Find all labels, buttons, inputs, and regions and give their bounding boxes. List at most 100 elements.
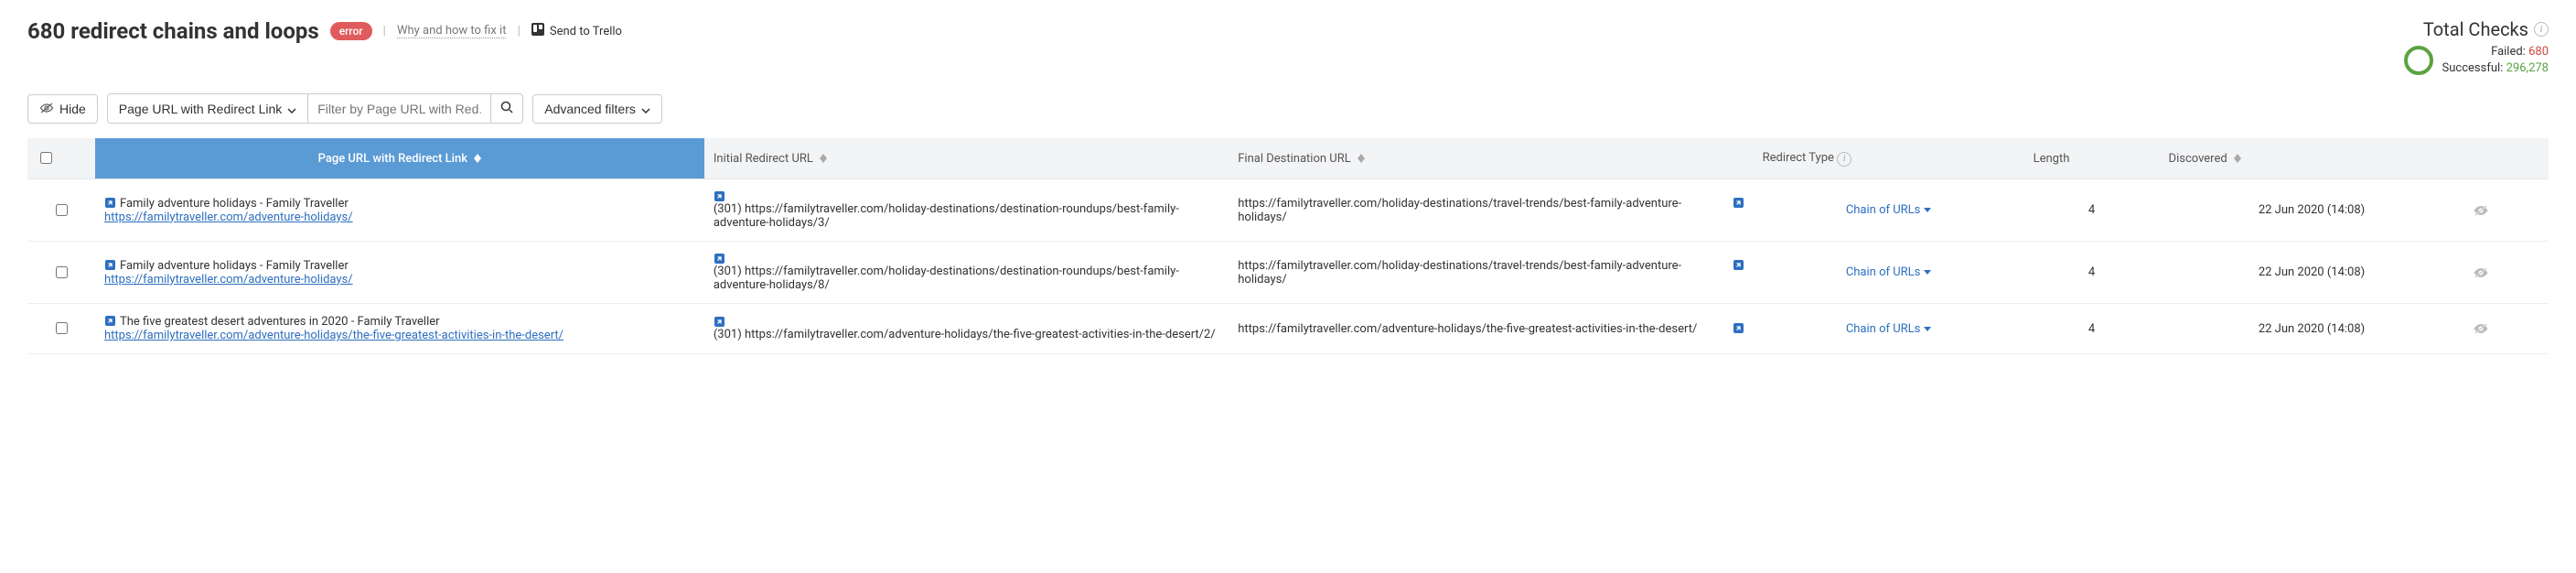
hide-button[interactable]: Hide [27,94,98,124]
separator: | [383,24,386,38]
advanced-filters-button[interactable]: Advanced filters [532,94,662,124]
toolbar: Hide Page URL with Redirect Link Advance… [27,93,2549,124]
total-checks-label: Total Checks i [2423,18,2549,40]
col-page-url[interactable]: Page URL with Redirect Link [95,138,704,179]
external-link-icon[interactable] [104,197,116,209]
col-actions [2463,138,2549,179]
cell-page: The five greatest desert adventures in 2… [95,304,704,354]
cell-initial: (301) https://familytraveller.com/advent… [704,304,1229,354]
filter-input[interactable] [308,93,491,124]
error-badge: error [330,22,372,40]
table-row: Family adventure holidays - Family Trave… [27,242,2549,304]
external-link-icon[interactable] [1733,197,1744,209]
cell-final: https://familytraveller.com/adventure-ho… [1229,304,1753,354]
donut-chart-icon [2404,46,2433,75]
redirect-type-dropdown[interactable]: Chain of URLs [1846,322,1932,336]
chevron-down-icon [287,102,296,116]
header-left: 680 redirect chains and loops error | Wh… [27,18,622,44]
chevron-down-icon [641,102,650,116]
filter-group: Page URL with Redirect Link [107,93,523,124]
col-length[interactable]: Length [2024,138,2160,179]
cell-initial: (301) https://familytraveller.com/holida… [704,242,1229,304]
final-url-text: https://familytraveller.com/adventure-ho… [1238,322,1728,336]
table-body: Family adventure holidays - Family Trave… [27,179,2549,354]
cell-initial: (301) https://familytraveller.com/holida… [704,179,1229,242]
page-header: 680 redirect chains and loops error | Wh… [27,18,2549,77]
select-all-checkbox[interactable] [40,152,52,164]
hide-row-button[interactable] [2473,322,2539,335]
col-final-url[interactable]: Final Destination URL [1229,138,1753,179]
stat-lines: Failed: 680 Successful: 296,278 [2442,44,2549,77]
col-discovered[interactable]: Discovered [2160,138,2464,179]
page-url-link[interactable]: https://familytraveller.com/adventure-ho… [104,273,695,286]
success-stat: Successful: 296,278 [2442,60,2549,77]
cell-final: https://familytraveller.com/holiday-dest… [1229,179,1753,242]
table-row: The five greatest desert adventures in 2… [27,304,2549,354]
page-title-text: Family adventure holidays - Family Trave… [120,259,349,273]
eye-slash-icon [39,102,54,116]
results-table: Page URL with Redirect Link Initial Redi… [27,138,2549,354]
external-link-icon[interactable] [714,316,1219,328]
search-icon [500,101,513,116]
external-link-icon[interactable] [714,253,1219,265]
page-title-text: The five greatest desert adventures in 2… [120,315,440,329]
row-checkbox[interactable] [56,204,68,216]
cell-page: Family adventure holidays - Family Trave… [95,179,704,242]
send-trello-label: Send to Trello [550,25,622,38]
stats-row: Failed: 680 Successful: 296,278 [2404,44,2549,77]
cell-actions [2463,179,2549,242]
cell-actions [2463,304,2549,354]
separator: | [517,24,520,38]
sort-icon [474,154,481,163]
redirect-type-dropdown[interactable]: Chain of URLs [1846,265,1932,279]
hide-row-button[interactable] [2473,204,2539,217]
cell-final: https://familytraveller.com/holiday-dest… [1229,242,1753,304]
cell-type: Chain of URLs [1754,242,2024,304]
header-right: Total Checks i Failed: 680 Successful: 2… [2404,18,2549,77]
row-checkbox[interactable] [56,322,68,334]
cell-length: 4 [2024,179,2160,242]
initial-url-text: (301) https://familytraveller.com/holida… [714,202,1179,230]
send-trello-button[interactable]: Send to Trello [531,23,622,39]
external-link-icon[interactable] [104,315,116,327]
page-url-link[interactable]: https://familytraveller.com/adventure-ho… [104,329,695,342]
row-checkbox[interactable] [56,266,68,278]
info-icon[interactable]: i [1837,152,1852,167]
cell-actions [2463,242,2549,304]
redirect-type-dropdown[interactable]: Chain of URLs [1846,203,1932,217]
external-link-icon[interactable] [1733,322,1744,334]
page-title: 680 redirect chains and loops [27,18,319,44]
col-initial-url[interactable]: Initial Redirect URL [704,138,1229,179]
sort-icon [2234,154,2241,163]
table-row: Family adventure holidays - Family Trave… [27,179,2549,242]
filter-mode-dropdown[interactable]: Page URL with Redirect Link [107,93,308,124]
sort-icon [820,154,827,163]
final-url-text: https://familytraveller.com/holiday-dest… [1238,259,1728,286]
page-title-text: Family adventure holidays - Family Trave… [120,197,349,211]
why-fix-link[interactable]: Why and how to fix it [397,24,507,38]
cell-discovered: 22 Jun 2020 (14:08) [2160,179,2464,242]
initial-url-text: (301) https://familytraveller.com/holida… [714,265,1179,292]
hide-row-button[interactable] [2473,266,2539,279]
cell-page: Family adventure holidays - Family Trave… [95,242,704,304]
external-link-icon[interactable] [104,259,116,271]
search-button[interactable] [491,93,523,124]
trello-icon [531,23,544,39]
failed-stat: Failed: 680 [2442,44,2549,60]
cell-discovered: 22 Jun 2020 (14:08) [2160,304,2464,354]
col-checkbox [27,138,95,179]
final-url-text: https://familytraveller.com/holiday-dest… [1238,197,1728,224]
external-link-icon[interactable] [714,190,1219,202]
page-url-link[interactable]: https://familytraveller.com/adventure-ho… [104,211,695,224]
initial-url-text: (301) https://familytraveller.com/advent… [714,328,1216,341]
external-link-icon[interactable] [1733,259,1744,271]
col-redirect-type[interactable]: Redirect Type i [1754,138,2024,179]
table-header: Page URL with Redirect Link Initial Redi… [27,138,2549,179]
cell-length: 4 [2024,242,2160,304]
cell-type: Chain of URLs [1754,304,2024,354]
cell-length: 4 [2024,304,2160,354]
info-icon[interactable]: i [2534,22,2549,37]
cell-type: Chain of URLs [1754,179,2024,242]
cell-discovered: 22 Jun 2020 (14:08) [2160,242,2464,304]
sort-icon [1358,154,1365,163]
